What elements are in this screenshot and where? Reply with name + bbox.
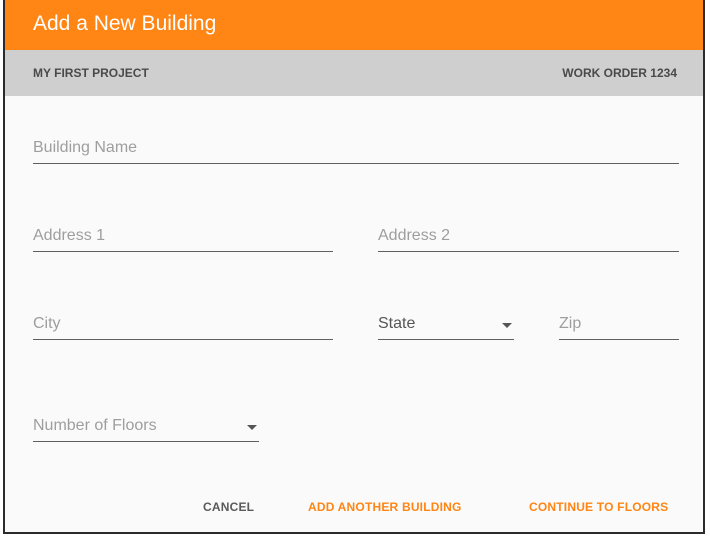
building-name-field (33, 134, 679, 164)
state-select[interactable]: State (378, 310, 514, 340)
number-of-floors-label: Number of Floors (33, 417, 157, 434)
zip-input[interactable] (559, 310, 679, 338)
add-building-dialog: Add a New Building MY FIRST PROJECT WORK… (3, 0, 705, 534)
address1-input[interactable] (33, 222, 333, 250)
address2-input[interactable] (378, 222, 679, 250)
city-field (33, 310, 333, 340)
zip-field (559, 310, 679, 340)
dialog-titlebar: Add a New Building (5, 0, 703, 50)
work-order-number: WORK ORDER 1234 (562, 66, 677, 80)
city-input[interactable] (33, 310, 333, 338)
cancel-button[interactable]: CANCEL (203, 500, 254, 514)
address1-field (33, 222, 333, 252)
project-info-bar: MY FIRST PROJECT WORK ORDER 1234 (5, 50, 703, 96)
dialog-title: Add a New Building (33, 12, 217, 35)
number-of-floors-select[interactable]: Number of Floors (33, 412, 259, 442)
add-another-building-button[interactable]: ADD ANOTHER BUILDING (308, 500, 462, 514)
project-name: MY FIRST PROJECT (33, 66, 149, 80)
building-name-input[interactable] (33, 134, 679, 162)
state-select-label: State (378, 315, 416, 332)
address2-field (378, 222, 679, 252)
chevron-down-icon (502, 323, 512, 328)
chevron-down-icon (247, 425, 257, 430)
continue-to-floors-button[interactable]: CONTINUE TO FLOORS (529, 500, 668, 514)
